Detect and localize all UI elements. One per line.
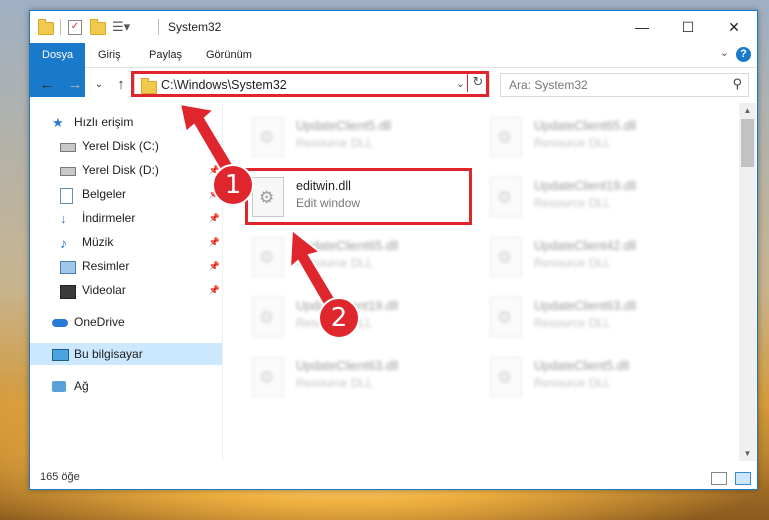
arrow-2: [288, 228, 338, 308]
step-2-badge: 2: [318, 297, 360, 339]
annotation-arrows: [178, 102, 338, 308]
step-1-badge: 1: [212, 164, 254, 206]
